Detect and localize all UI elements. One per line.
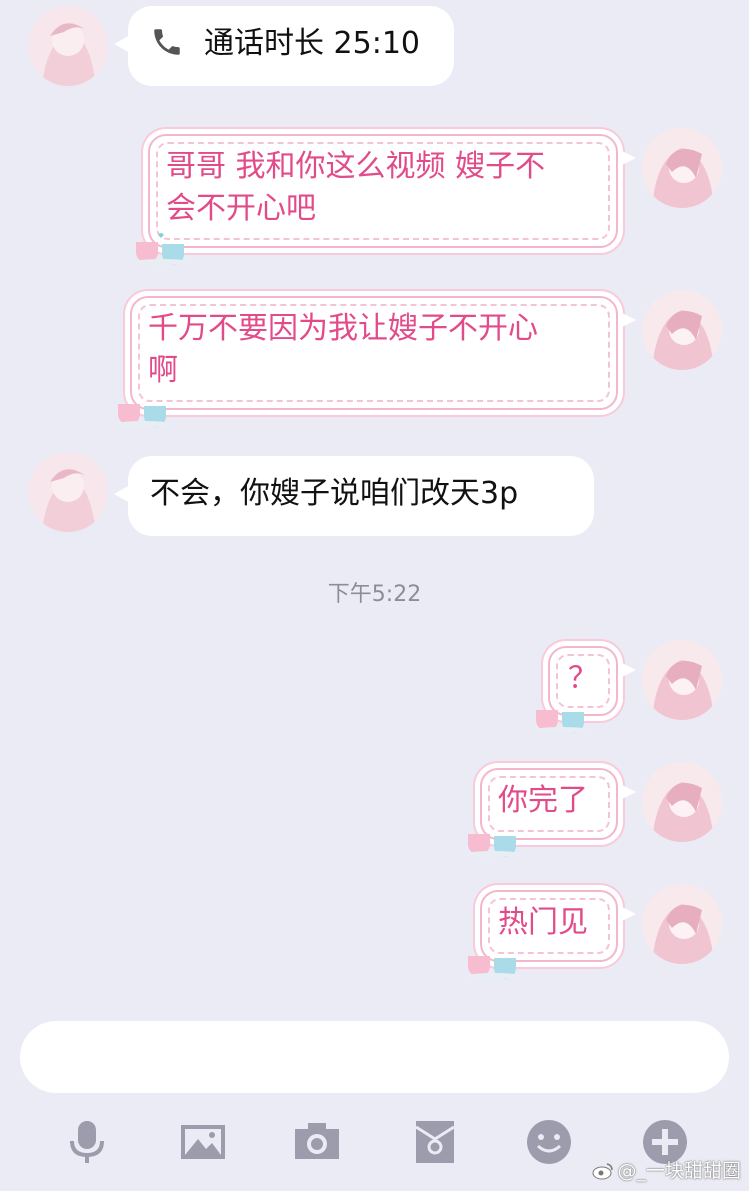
message-text: 千万不要因为我让嫂子不开心 xyxy=(148,311,538,346)
phone-icon xyxy=(150,25,184,59)
message-input[interactable] xyxy=(20,1021,729,1093)
watermark-text: @_一块甜甜圈 xyxy=(617,1160,741,1182)
teacups-decoration-icon xyxy=(532,700,596,734)
message-text: ？ xyxy=(568,661,598,696)
self-avatar[interactable] xyxy=(642,640,722,720)
message-bubble-received[interactable]: 不会，你嫂子说咱们改天3p xyxy=(114,456,594,536)
message-text: 你完了 xyxy=(498,783,588,818)
self-avatar[interactable] xyxy=(642,128,722,208)
call-duration-bubble[interactable]: 通话时长 25:10 xyxy=(114,6,454,86)
teacups-decoration-icon xyxy=(114,394,178,428)
self-avatar[interactable] xyxy=(642,762,722,842)
call-duration-text: 通话时长 25:10 xyxy=(204,26,420,61)
self-avatar[interactable] xyxy=(642,290,722,370)
camera-icon[interactable] xyxy=(292,1117,342,1167)
emoji-icon[interactable] xyxy=(524,1117,574,1167)
contact-avatar[interactable] xyxy=(28,6,108,86)
message-text: 不会，你嫂子说咱们改天3p xyxy=(150,476,519,511)
message-bubble-sent[interactable]: 千万不要因为我让嫂子不开心 啊 xyxy=(116,296,636,427)
message-text: 热门见 xyxy=(498,905,588,940)
message-text: 哥哥 我和你这么视频 嫂子不 xyxy=(166,149,546,184)
weibo-logo-icon xyxy=(592,1162,614,1180)
message-text: 啊 xyxy=(148,353,178,388)
microphone-icon[interactable] xyxy=(62,1117,112,1167)
timestamp: 下午5:22 xyxy=(327,582,422,607)
message-bubble-sent[interactable]: 哥哥 我和你这么视频 嫂子不 会不开心吧 xyxy=(134,134,636,265)
teacups-decoration-icon xyxy=(132,232,196,266)
self-avatar[interactable] xyxy=(642,884,722,964)
message-text: 会不开心吧 xyxy=(166,191,316,226)
teacups-decoration-icon xyxy=(464,946,528,980)
teacups-decoration-icon xyxy=(464,824,528,858)
message-bubble-sent[interactable]: 热门见 xyxy=(466,890,636,979)
watermark: @_一块甜甜圈 xyxy=(592,1156,741,1183)
wallet-icon[interactable] xyxy=(410,1117,460,1167)
chat-area[interactable]: 通话时长 25:10 哥哥 我和你这么视频 嫂子不 会不开心吧 千万不要因为我让… xyxy=(0,0,749,1005)
input-area: @_一块甜甜圈 xyxy=(0,1005,749,1191)
contact-avatar[interactable] xyxy=(28,452,108,532)
message-bubble-sent[interactable]: ？ xyxy=(534,646,636,733)
message-bubble-sent[interactable]: 你完了 xyxy=(466,768,636,857)
image-icon[interactable] xyxy=(178,1117,228,1167)
